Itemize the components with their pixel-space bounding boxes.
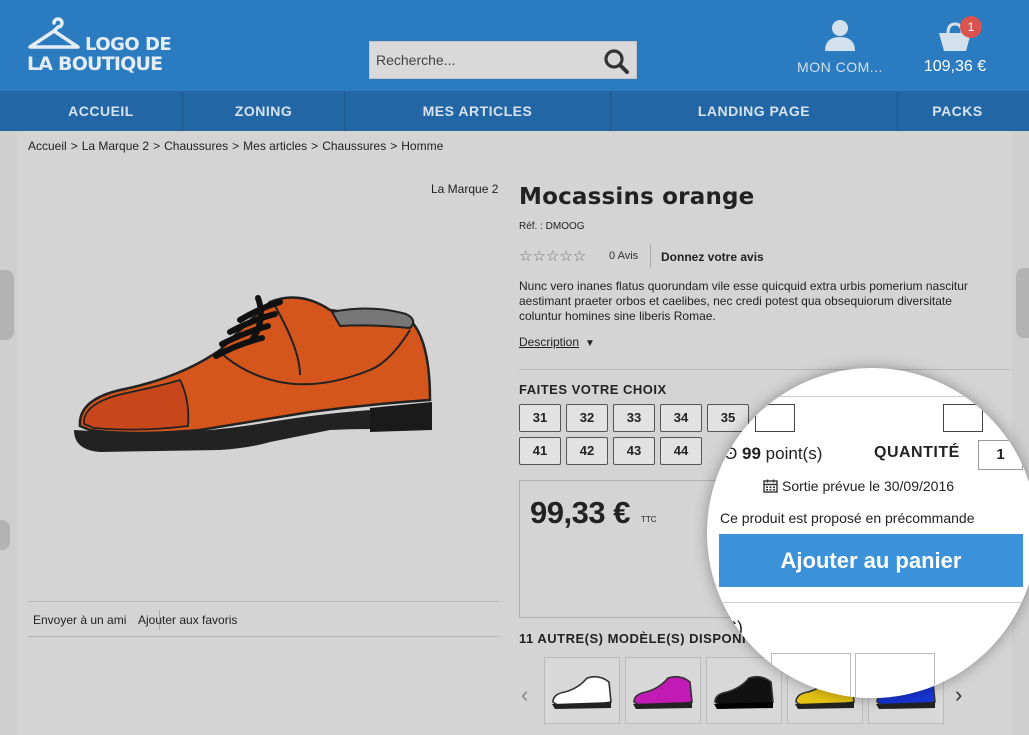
size-option-31[interactable]: 31 [519, 404, 561, 432]
side-decoration-left-2 [0, 520, 10, 550]
size-option-42[interactable]: 42 [566, 437, 608, 465]
site-header: LOGO DE LA BOUTIQUE MON COM... 1 109,36 … [0, 0, 1029, 91]
logo-text-line1: LOGO DE [85, 34, 172, 55]
size-option-35[interactable]: 35 [707, 404, 749, 432]
main-nav: ACCUEIL ZONING MES ARTICLES LANDING PAGE… [0, 91, 1029, 131]
account-label: MON COM... [797, 59, 883, 75]
rating-stars-icon: ☆☆☆☆☆ [519, 248, 587, 265]
cart-count-badge: 1 [960, 16, 982, 38]
preorder-notice: Ce produit est proposé en précommande [720, 510, 975, 526]
breadcrumb-link-marque[interactable]: La Marque 2 [82, 139, 149, 153]
carousel-next-icon[interactable]: › [955, 682, 962, 708]
size-choice-label: FAITES VOTRE CHOIX [519, 382, 667, 397]
release-date: Sortie prévue le 30/09/2016 [763, 478, 954, 494]
carousel-prev-icon[interactable]: ‹ [521, 682, 528, 708]
product-price: 99,33 € [530, 495, 630, 530]
nav-item-zoning[interactable]: ZONING [182, 91, 344, 131]
site-logo[interactable]: LOGO DE LA BOUTIQUE [27, 14, 177, 78]
breadcrumb-current: Homme [401, 139, 444, 153]
size-option-34[interactable]: 34 [660, 404, 702, 432]
breadcrumb-link-chaussures-2[interactable]: Chaussures [322, 139, 386, 153]
send-to-friend-link[interactable]: Envoyer à un ami [33, 613, 126, 627]
give-review-link[interactable]: Donnez votre avis [661, 250, 764, 264]
loyalty-points: Ͽ 99 point(s) [725, 444, 822, 464]
magnified-size-option [943, 404, 983, 432]
product-ref: Réf. : DMOOG [519, 221, 585, 232]
release-date-text: Sortie prévue le 30/09/2016 [782, 478, 955, 494]
magnifier-divider [707, 396, 1029, 397]
nav-item-packs[interactable]: PACKS [897, 91, 1017, 131]
product-actions-bar: Envoyer à un ami Ajouter aux favoris [28, 601, 499, 637]
calendar-icon [763, 479, 778, 493]
magnified-thumbnail [855, 653, 935, 698]
chevron-down-icon: ▼ [585, 338, 595, 349]
breadcrumb-link-accueil[interactable]: Accueil [28, 139, 67, 153]
rating-divider [650, 244, 651, 268]
search-icon[interactable] [602, 47, 630, 75]
search-input[interactable] [370, 42, 595, 78]
size-option-44[interactable]: 44 [660, 437, 702, 465]
description-toggle[interactable]: Description ▼ [519, 335, 595, 349]
quantity-input[interactable]: 1 [978, 440, 1023, 470]
magnified-thumbnail [771, 653, 851, 698]
side-decoration-left [0, 270, 14, 340]
magnified-size-option [755, 404, 795, 432]
other-models-title: 11 AUTRE(S) MODÈLE(S) DISPONI [519, 631, 747, 646]
description-link-label: Description [519, 335, 580, 349]
quantity-label: QUANTITÉ [874, 444, 960, 461]
shoe-thumbnail-icon [552, 675, 612, 709]
size-option-43[interactable]: 43 [613, 437, 655, 465]
search-bar [369, 41, 637, 79]
product-rating: ☆☆☆☆☆ 0 Avis Donnez votre avis [519, 244, 819, 268]
shoe-thumbnail-icon [633, 675, 693, 709]
nav-item-landing-page[interactable]: LANDING PAGE [610, 91, 897, 131]
nav-item-mes-articles[interactable]: MES ARTICLES [344, 91, 610, 131]
cart-link[interactable]: 1 109,36 € [915, 16, 995, 80]
user-icon [825, 20, 855, 51]
product-brand[interactable]: La Marque 2 [431, 182, 498, 196]
price-suffix: TTC [641, 515, 657, 524]
breadcrumb-link-chaussures[interactable]: Chaussures [164, 139, 228, 153]
reviews-count[interactable]: 0 Avis [609, 250, 638, 262]
product-image[interactable] [70, 280, 440, 460]
logo-text-line2: LA BOUTIQUE [27, 53, 163, 75]
nav-item-accueil[interactable]: ACCUEIL [20, 91, 182, 131]
shoe-thumbnail-icon [714, 675, 774, 709]
hanger-icon [28, 17, 80, 49]
cart-total: 109,36 € [923, 58, 987, 75]
model-thumbnail[interactable] [544, 657, 620, 724]
points-label: point(s) [765, 444, 823, 463]
add-to-cart-button[interactable]: Ajouter au panier [719, 534, 1023, 587]
size-option-33[interactable]: 33 [613, 404, 655, 432]
breadcrumb: Accueil > La Marque 2 > Chaussures > Mes artic… [28, 139, 444, 153]
size-option-32[interactable]: 32 [566, 404, 608, 432]
divider [519, 369, 1009, 370]
size-option-41[interactable]: 41 [519, 437, 561, 465]
product-description: Nunc vero inanes flatus quorundam vile e… [519, 279, 968, 323]
account-link[interactable]: MON COM... [785, 18, 895, 78]
breadcrumb-link-mes-articles[interactable]: Mes articles [243, 139, 307, 153]
zoom-magnifier: Ͽ 99 point(s) QUANTITÉ 1 Sortie prévue l… [707, 368, 1029, 698]
add-to-favorites-link[interactable]: Ajouter aux favoris [138, 613, 237, 627]
points-icon: Ͽ [725, 444, 738, 463]
points-value: 99 [742, 444, 761, 463]
other-models-title-fragment: S) [725, 618, 743, 638]
side-decoration-right [1016, 268, 1029, 338]
product-title: Mocassins orange [519, 184, 755, 210]
model-thumbnail[interactable] [625, 657, 701, 724]
magnifier-divider [707, 602, 1029, 603]
